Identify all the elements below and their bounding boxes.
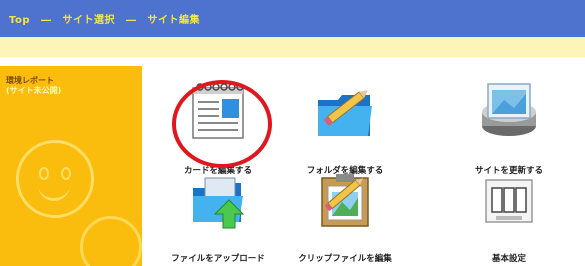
upload-file-label: ファイルをアップロード	[171, 254, 265, 264]
folder-upload-icon	[193, 177, 245, 229]
settings-icon	[485, 179, 533, 223]
breadcrumb-top-link[interactable]: Top	[9, 15, 30, 26]
sidebar: 環境レポート (サイト未公開)	[0, 66, 142, 266]
smiley-decoration-icon	[80, 216, 142, 266]
breadcrumb-separator: ―	[125, 15, 137, 26]
clipboard-edit-icon	[321, 174, 369, 227]
edit-clip-label: クリップファイルを編集	[298, 254, 392, 264]
upload-file-button[interactable]: ファイルをアップロード	[162, 166, 274, 264]
breadcrumb-current: サイト編集	[147, 15, 200, 26]
site-status: (サイト未公開)	[6, 86, 62, 95]
update-site-button[interactable]: サイトを更新する	[453, 78, 565, 176]
breadcrumb-separator: ―	[41, 15, 52, 26]
smiley-decoration-icon	[16, 140, 94, 218]
basic-settings-label: 基本設定	[491, 254, 526, 264]
sub-bar	[0, 37, 585, 57]
notepad-edit-icon	[192, 83, 244, 139]
edit-clip-button[interactable]: クリップファイルを編集	[289, 166, 401, 264]
site-update-icon	[482, 83, 536, 136]
breadcrumb: Top ― サイト選択 ― サイト編集	[9, 11, 200, 26]
folder-edit-icon	[318, 90, 372, 136]
basic-settings-button[interactable]: 基本設定	[453, 166, 565, 264]
breadcrumb-site-select-link[interactable]: サイト選択	[63, 15, 116, 26]
edit-folder-button[interactable]: フォルダを編集する	[289, 78, 401, 176]
top-bar: Top ― サイト選択 ― サイト編集	[0, 0, 585, 37]
edit-card-button[interactable]: カードを編集する	[162, 78, 274, 176]
